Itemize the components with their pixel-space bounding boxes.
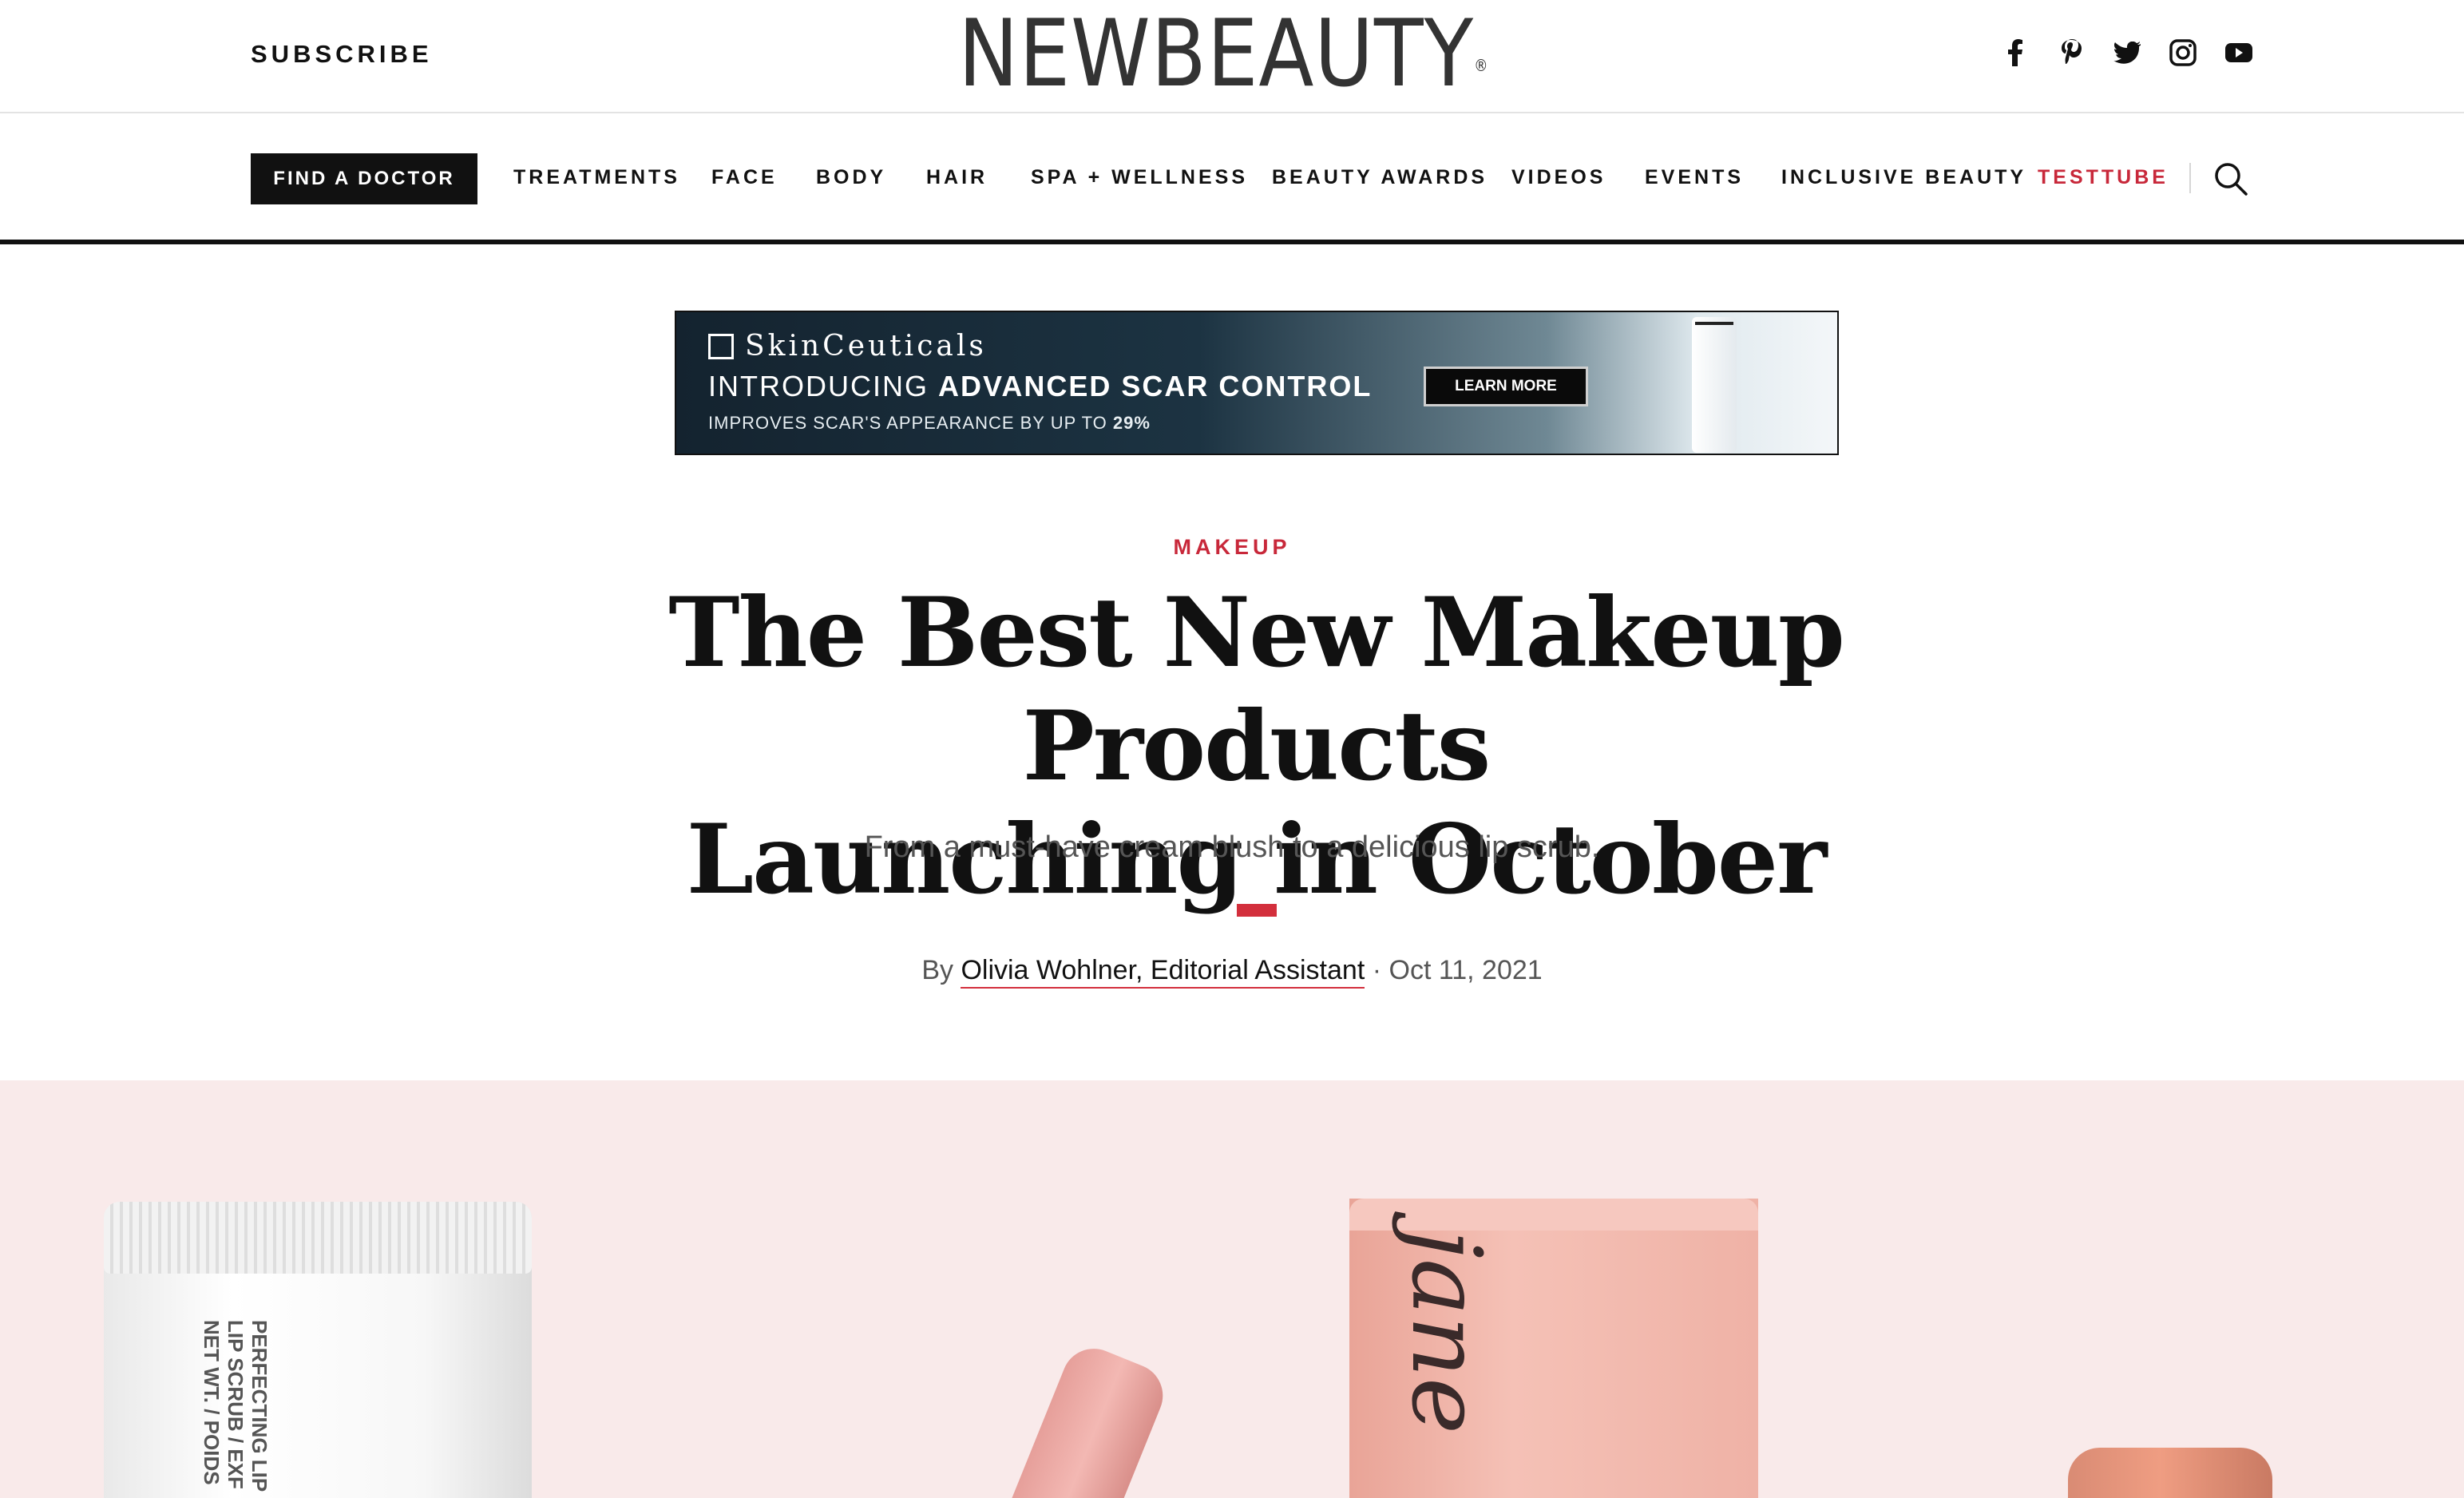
author-link[interactable]: Olivia Wohlner, Editorial Assistant <box>961 955 1365 989</box>
advertisement-banner[interactable]: SkinCeuticals INTRODUCING ADVANCED SCAR … <box>675 311 1839 455</box>
nav-item-treatments[interactable]: TREATMENTS <box>513 166 680 189</box>
search-icon[interactable] <box>2213 161 2248 196</box>
article-title-line1: The Best New Makeup Products <box>668 577 1845 802</box>
product-box-script: jane <box>1390 1229 1501 1435</box>
find-a-doctor-button[interactable]: FIND A DOCTOR <box>251 153 477 204</box>
tube-label-line2: LIP SCRUB / EXF <box>224 1320 248 1489</box>
ad-brand: SkinCeuticals <box>708 330 987 363</box>
ad-headline: INTRODUCING ADVANCED SCAR CONTROL <box>708 370 1372 403</box>
facebook-icon[interactable] <box>2001 38 2030 67</box>
tube-label-line1: PERFECTING LIP <box>248 1320 271 1492</box>
nav-item-inclusive-beauty[interactable]: INCLUSIVE BEAUTY <box>1781 166 2026 189</box>
ad-headline-prefix: INTRODUCING <box>708 370 938 402</box>
nav-item-face[interactable]: FACE <box>711 166 778 189</box>
accent-rule <box>1237 904 1277 917</box>
nav-item-body[interactable]: BODY <box>816 166 886 189</box>
lip-gloss-wand <box>1007 1339 1173 1498</box>
ad-product-cap <box>1695 322 1733 343</box>
nav-item-videos[interactable]: VIDEOS <box>1511 166 1606 189</box>
article-date: · Oct 11, 2021 <box>1372 955 1543 985</box>
nav-item-hair[interactable]: HAIR <box>926 166 988 189</box>
tube-label-line3: NET WT. / POIDS <box>200 1320 224 1485</box>
twitter-icon[interactable] <box>2113 38 2141 67</box>
article-byline: By Olivia Wohlner, Editorial Assistant ·… <box>0 955 2464 989</box>
logo-text: NEWBEAUTY <box>958 0 1475 108</box>
top-bar: SUBSCRIBE NEWBEAUTY® <box>0 0 2464 113</box>
hero-image: PERFECTING LIP LIP SCRUB / EXF NET WT. /… <box>0 1080 2464 1498</box>
article-dek: From a must-have cream blush to a delici… <box>864 830 1600 864</box>
article-category[interactable]: MAKEUP <box>0 535 2464 560</box>
subscribe-link[interactable]: SUBSCRIBE <box>251 40 433 69</box>
nav-item-spa-wellness[interactable]: SPA + WELLNESS <box>1031 166 1248 189</box>
ad-headline-bold: ADVANCED SCAR CONTROL <box>938 370 1373 402</box>
pinterest-icon[interactable] <box>2057 38 2086 67</box>
ad-brand-text: SkinCeuticals <box>745 330 987 363</box>
ad-subline-prefix: IMPROVES SCAR'S APPEARANCE BY UP TO <box>708 413 1113 433</box>
blush-jar <box>2068 1448 2272 1498</box>
nav-item-testtube[interactable]: TESTTUBE <box>2038 166 2169 189</box>
nav-item-events[interactable]: EVENTS <box>1645 166 1744 189</box>
tube-label: PERFECTING LIP LIP SCRUB / EXF NET WT. /… <box>200 1320 271 1492</box>
article-title: The Best New Makeup Products Launching i… <box>511 577 2001 917</box>
nav-divider <box>2189 163 2191 193</box>
main-nav: FIND A DOCTOR TREATMENTS FACE BODY HAIR … <box>0 113 2464 244</box>
nav-item-beauty-awards[interactable]: BEAUTY AWARDS <box>1272 166 1488 189</box>
ad-learn-more-button[interactable]: LEARN MORE <box>1424 367 1588 406</box>
site-logo[interactable]: NEWBEAUTY® <box>958 6 1489 102</box>
ad-subline: IMPROVES SCAR'S APPEARANCE BY UP TO 29% <box>708 413 1151 434</box>
ad-brand-mark-icon <box>708 333 734 359</box>
youtube-icon[interactable] <box>2224 38 2253 67</box>
instagram-icon[interactable] <box>2169 38 2197 67</box>
byline-by: By <box>921 955 953 985</box>
product-box-top <box>1349 1199 1758 1230</box>
social-links <box>2001 38 2253 67</box>
registered-mark: ® <box>1474 56 1489 75</box>
lip-scrub-cap <box>104 1202 532 1274</box>
ad-subline-bold: 29% <box>1112 413 1151 433</box>
